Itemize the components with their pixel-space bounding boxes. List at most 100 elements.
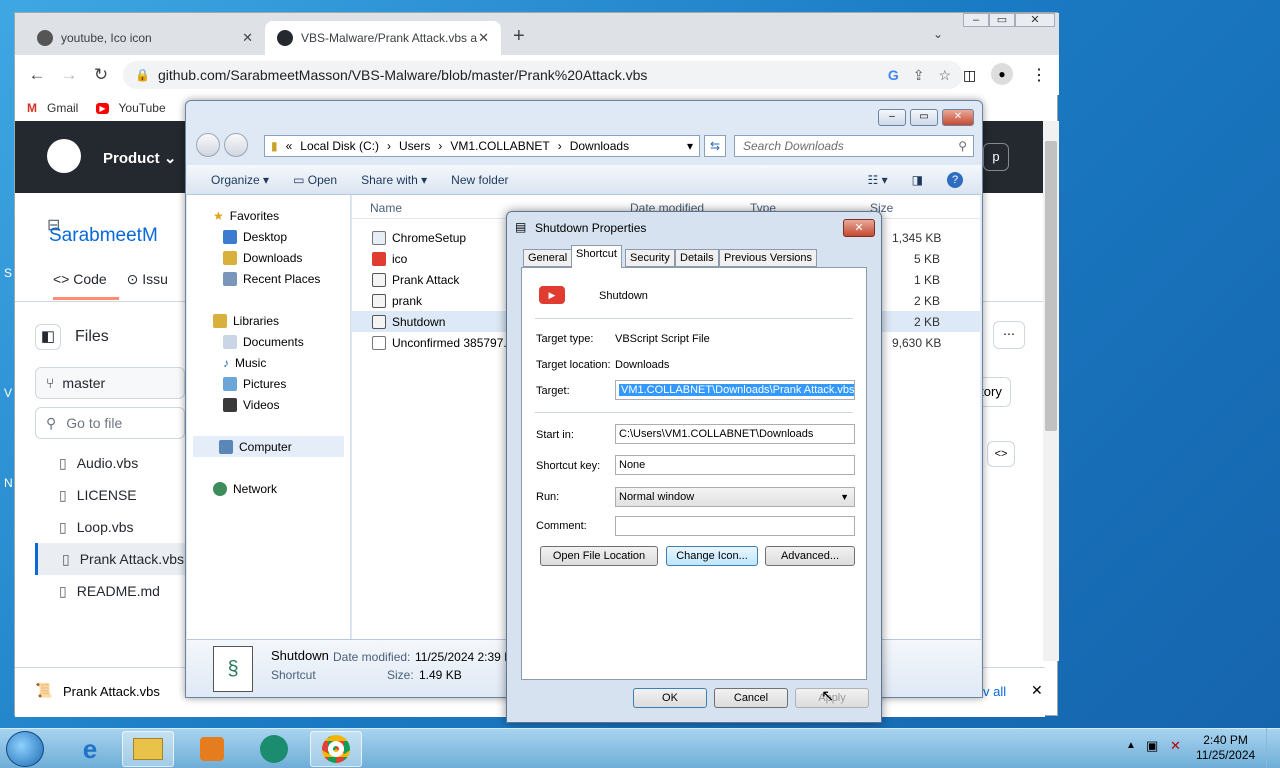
collapse-files-icon[interactable]: ◧	[35, 324, 61, 350]
maximize-button[interactable]: ▭	[989, 13, 1015, 27]
breadcrumb-item[interactable]: VM1.COLLABNET	[450, 139, 549, 153]
github-logo-icon[interactable]	[47, 139, 81, 173]
tab-search-icon[interactable]: ⌄	[933, 27, 943, 41]
start-in-field[interactable]: C:\Users\VM1.COLLABNET\Downloads	[615, 424, 855, 444]
nav-videos[interactable]: Videos	[213, 394, 350, 415]
new-folder-button[interactable]: New folder	[451, 173, 508, 187]
clock[interactable]: 2:40 PM 11/25/2024	[1196, 733, 1255, 763]
bookmark-youtube[interactable]: YouTube	[119, 101, 166, 115]
close-tab-icon[interactable]: ✕	[242, 30, 253, 46]
close-button[interactable]: ✕	[843, 219, 875, 237]
tab-code[interactable]: Code	[73, 271, 106, 287]
app-icon[interactable]	[248, 731, 300, 767]
breadcrumb-item[interactable]: Downloads	[570, 139, 629, 153]
bookmark-gmail[interactable]: Gmail	[47, 101, 78, 115]
code-view-icon[interactable]: <>	[987, 441, 1015, 467]
product-menu[interactable]: Product ⌄	[103, 149, 176, 167]
help-icon[interactable]: ?	[947, 171, 963, 188]
nav-documents[interactable]: Documents	[213, 331, 350, 352]
file-item-selected[interactable]: ▯ Prank Attack.vbs	[35, 543, 185, 575]
back-icon[interactable]	[196, 133, 220, 157]
nav-network[interactable]: Network	[187, 478, 350, 499]
file-item[interactable]: ▯ Loop.vbs	[35, 511, 185, 543]
share-with-button[interactable]: Share with ▾	[361, 173, 427, 187]
nav-downloads[interactable]: Downloads	[213, 247, 350, 268]
browser-tab-active[interactable]: VBS-Malware/Prank Attack.vbs at ✕	[265, 21, 501, 55]
reload-icon[interactable]: ↻	[85, 65, 117, 85]
run-select[interactable]: Normal window ▼	[615, 487, 855, 507]
view-icon[interactable]: ☷ ▾	[868, 173, 888, 187]
nav-pictures[interactable]: Pictures	[213, 373, 350, 394]
close-button[interactable]: ✕	[942, 109, 974, 126]
tab-issues[interactable]: Issu	[142, 271, 168, 287]
start-button[interactable]	[6, 731, 44, 767]
nav-desktop[interactable]: Desktop	[213, 226, 350, 247]
nav-music[interactable]: ♪ Music	[213, 352, 350, 373]
file-explorer-icon[interactable]	[122, 731, 174, 767]
shortcut-key-field[interactable]: None	[615, 455, 855, 475]
star-icon[interactable]: ☆	[938, 67, 951, 84]
menu-icon[interactable]: ⋮	[1031, 65, 1047, 85]
show-all-link[interactable]: v all	[983, 684, 1006, 699]
change-icon-button[interactable]: Change Icon...	[666, 546, 758, 566]
cancel-button[interactable]: Cancel	[714, 688, 788, 708]
organize-button[interactable]: Organize ▾	[211, 173, 269, 187]
preview-pane-icon[interactable]: ◨	[912, 173, 923, 187]
forward-icon[interactable]: →	[53, 65, 85, 85]
comment-field[interactable]	[615, 516, 855, 536]
branch-selector[interactable]: ⑂ master	[35, 367, 185, 399]
show-desktop-button[interactable]	[1266, 728, 1280, 768]
internet-explorer-icon[interactable]: e	[64, 731, 116, 767]
breadcrumb-item[interactable]: Users	[399, 139, 430, 153]
volume-muted-icon[interactable]: ✕	[1170, 738, 1181, 754]
minimize-button[interactable]: ‒	[963, 13, 989, 27]
search-input[interactable]: Search Downloads ⚲	[734, 135, 974, 157]
advanced-button[interactable]: Advanced...	[765, 546, 855, 566]
go-to-file-input[interactable]: ⚲ Go to file	[35, 407, 185, 439]
open-file-location-button[interactable]: Open File Location	[540, 546, 658, 566]
close-download-bar-icon[interactable]: ✕	[1031, 682, 1043, 699]
network-icon[interactable]: ▣	[1146, 738, 1158, 754]
new-tab-button[interactable]: +	[513, 25, 525, 48]
url-text[interactable]: github.com/SarabmeetMasson/VBS-Malware/b…	[158, 67, 647, 83]
column-name[interactable]: Name	[370, 201, 402, 215]
breadcrumb-item[interactable]: Local Disk (C:)	[300, 139, 379, 153]
file-item[interactable]: ▯ LICENSE	[35, 479, 185, 511]
sidepanel-icon[interactable]: ◫	[963, 67, 976, 84]
target-field[interactable]: VM1.COLLABNET\Downloads\Prank Attack.vbs…	[615, 380, 855, 400]
file-item[interactable]: ▯ Audio.vbs	[35, 447, 185, 479]
nav-recent-places[interactable]: Recent Places	[213, 268, 350, 289]
google-lens-icon[interactable]: G	[888, 67, 899, 84]
open-button[interactable]: ▭ Open	[293, 173, 337, 187]
browser-tab[interactable]: youtube, Ico icon ✕	[25, 21, 265, 55]
breadcrumb-overflow[interactable]: «	[286, 139, 293, 153]
back-icon[interactable]: ←	[21, 65, 53, 85]
breadcrumb[interactable]: ▮ « Local Disk (C:) › Users › VM1.COLLABNE…	[264, 135, 700, 157]
tab-security[interactable]: Security	[625, 249, 675, 267]
chevron-down-icon[interactable]: ▾	[687, 139, 693, 153]
download-filename[interactable]: Prank Attack.vbs	[63, 684, 160, 699]
repo-title[interactable]: SarabmeetM	[49, 225, 158, 247]
omnibox[interactable]: 🔒 github.com/SarabmeetMasson/VBS-Malware…	[123, 61, 963, 89]
scrollbar-thumb[interactable]	[1045, 141, 1057, 431]
ok-button[interactable]: OK	[633, 688, 707, 708]
profile-icon[interactable]: ●	[991, 63, 1013, 85]
tab-shortcut[interactable]: Shortcut	[571, 245, 622, 268]
tab-previous-versions[interactable]: Previous Versions	[719, 249, 818, 267]
forward-icon[interactable]	[224, 133, 248, 157]
nav-computer[interactable]: Computer	[193, 436, 344, 457]
more-options-icon[interactable]: ⋯	[993, 321, 1025, 349]
minimize-button[interactable]: ‒	[878, 109, 906, 126]
refresh-icon[interactable]: ⇆	[704, 135, 726, 157]
close-tab-icon[interactable]: ✕	[478, 30, 489, 46]
nav-favorites[interactable]: ★ Favorites	[213, 205, 350, 226]
tab-details[interactable]: Details	[675, 249, 719, 267]
share-icon[interactable]: ⇪	[913, 67, 925, 84]
signup-button[interactable]: p	[983, 143, 1009, 171]
maximize-button[interactable]: ▭	[910, 109, 938, 126]
show-hidden-icons[interactable]: ▲	[1126, 740, 1136, 751]
close-window-button[interactable]: ✕	[1015, 13, 1055, 27]
tab-general[interactable]: General	[523, 249, 573, 267]
chrome-icon[interactable]	[310, 731, 362, 767]
nav-libraries[interactable]: Libraries	[213, 310, 350, 331]
